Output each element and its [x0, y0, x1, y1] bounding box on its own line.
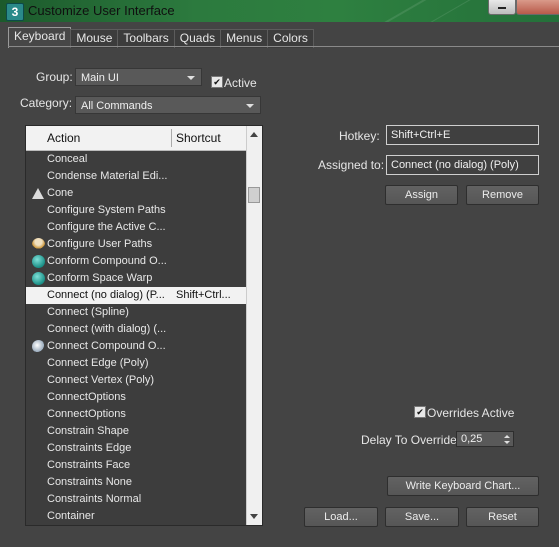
assigned-to-field: Connect (no dialog) (Poly): [386, 155, 539, 175]
action-cell: Constraints None: [47, 476, 132, 488]
action-cell: Configure System Paths: [47, 204, 166, 216]
list-item[interactable]: Constrain Shape: [26, 423, 246, 440]
list-item[interactable]: Connect Vertex (Poly): [26, 372, 246, 389]
column-header-action[interactable]: Action: [47, 126, 80, 150]
active-checkbox[interactable]: ✔: [211, 76, 223, 88]
action-cell: Conform Space Warp: [47, 272, 153, 284]
action-cell: Configure User Paths: [47, 238, 153, 250]
group-dropdown[interactable]: Main UI: [75, 68, 202, 86]
action-cell: Constraints Face: [47, 459, 131, 471]
list-item[interactable]: Constraints None: [26, 474, 246, 491]
hotkey-label: Hotkey:: [339, 129, 380, 143]
chevron-down-icon: [187, 76, 195, 80]
scrollbar-thumb[interactable]: [248, 187, 260, 203]
conform-spacewarp-icon: [32, 272, 45, 285]
action-cell: Container: [47, 510, 95, 522]
tab-bar: Keyboard Mouse Toolbars Quads Menus Colo…: [8, 27, 314, 48]
action-cell: Conceal: [47, 153, 88, 165]
action-cell: Connect (no dialog) (P...: [47, 289, 165, 301]
action-cell: Constraints Normal: [47, 493, 142, 505]
list-item[interactable]: Configure System Paths: [26, 202, 246, 219]
assigned-to-label: Assigned to:: [318, 158, 385, 172]
tab-panel-border: [8, 46, 559, 47]
write-keyboard-chart-button[interactable]: Write Keyboard Chart...: [387, 476, 539, 496]
action-cell: Condense Material Edi...: [47, 170, 168, 182]
active-label: Active: [224, 76, 257, 90]
reset-button[interactable]: Reset: [466, 507, 539, 527]
overrides-checkbox[interactable]: ✔: [414, 406, 426, 418]
list-item[interactable]: Conceal: [26, 151, 246, 168]
spinner-down-icon[interactable]: [504, 441, 510, 444]
scroll-up-icon[interactable]: [250, 132, 258, 137]
list-item[interactable]: ConnectOptions: [26, 389, 246, 406]
action-cell: Cone: [47, 187, 74, 199]
list-item[interactable]: Cone: [26, 185, 246, 202]
title-bar: 3 Customize User Interface: [0, 0, 559, 22]
tab-keyboard[interactable]: Keyboard: [8, 27, 72, 48]
save-button[interactable]: Save...: [385, 507, 459, 527]
close-button[interactable]: [516, 0, 559, 15]
action-cell: Connect Vertex (Poly): [47, 374, 154, 386]
list-item[interactable]: Constraints Normal: [26, 491, 246, 508]
conform-compound-icon: [32, 255, 45, 268]
list-item[interactable]: ConnectOptions: [26, 406, 246, 423]
list-item[interactable]: Container: [26, 508, 246, 525]
action-cell: Connect (with dialog) (...: [47, 323, 167, 335]
list-item[interactable]: Connect Edge (Poly): [26, 355, 246, 372]
remove-button[interactable]: Remove: [466, 185, 539, 205]
list-header: Action Shortcut: [26, 126, 246, 151]
action-list[interactable]: Action Shortcut Conceal Condense Material…: [25, 125, 263, 526]
list-item[interactable]: Conform Space Warp: [26, 270, 246, 287]
list-scrollbar[interactable]: [246, 126, 262, 525]
action-cell: Constrain Shape: [47, 425, 129, 437]
action-cell: Connect (Spline): [47, 306, 129, 318]
delay-value: 0,25: [461, 433, 483, 445]
delay-label: Delay To Override:: [361, 433, 461, 447]
assign-button[interactable]: Assign: [385, 185, 458, 205]
list-item[interactable]: Conform Compound O...: [26, 253, 246, 270]
column-header-shortcut[interactable]: Shortcut: [176, 126, 221, 150]
list-rows: Conceal Condense Material Edi... Cone Confi…: [26, 151, 246, 525]
list-item[interactable]: Connect (no dialog) (P... Shift+Ctrl...: [26, 287, 246, 304]
list-item[interactable]: Connect (Spline): [26, 304, 246, 321]
list-item[interactable]: Configure User Paths: [26, 236, 246, 253]
list-item[interactable]: Connect Compound O...: [26, 338, 246, 355]
user-paths-icon: [32, 238, 45, 251]
list-item[interactable]: Constraints Face: [26, 457, 246, 474]
action-cell: Constraints Edge: [47, 442, 132, 454]
group-label: Group:: [36, 70, 73, 84]
list-item[interactable]: Connect (with dialog) (...: [26, 321, 246, 338]
action-cell: Conform Compound O...: [47, 255, 167, 267]
scroll-down-icon[interactable]: [250, 514, 258, 519]
category-label: Category:: [20, 96, 73, 110]
category-dropdown[interactable]: All Commands: [75, 96, 261, 114]
minimize-button[interactable]: [488, 0, 516, 15]
load-button[interactable]: Load...: [304, 507, 378, 527]
category-dropdown-value: All Commands: [81, 100, 153, 112]
app-icon: 3: [6, 3, 24, 21]
action-cell: Configure the Active C...: [47, 221, 166, 233]
delay-spinner[interactable]: 0,25: [456, 431, 514, 447]
connect-compound-icon: [32, 340, 45, 353]
group-dropdown-value: Main UI: [81, 72, 119, 84]
column-separator[interactable]: [171, 129, 172, 147]
shortcut-cell: Shift+Ctrl...: [176, 289, 231, 301]
spinner-up-icon[interactable]: [504, 435, 510, 438]
action-cell: ConnectOptions: [47, 391, 126, 403]
chevron-down-icon: [246, 104, 254, 108]
hotkey-input[interactable]: Shift+Ctrl+E: [386, 125, 539, 145]
action-cell: Connect Edge (Poly): [47, 357, 149, 369]
action-cell: ConnectOptions: [47, 408, 126, 420]
list-item[interactable]: Constraints Edge: [26, 440, 246, 457]
cone-icon: [32, 188, 44, 199]
overrides-label: Overrides Active: [427, 406, 515, 420]
list-item[interactable]: Configure the Active C...: [26, 219, 246, 236]
action-cell: Connect Compound O...: [47, 340, 166, 352]
window-title: Customize User Interface: [28, 3, 175, 18]
list-item[interactable]: Condense Material Edi...: [26, 168, 246, 185]
